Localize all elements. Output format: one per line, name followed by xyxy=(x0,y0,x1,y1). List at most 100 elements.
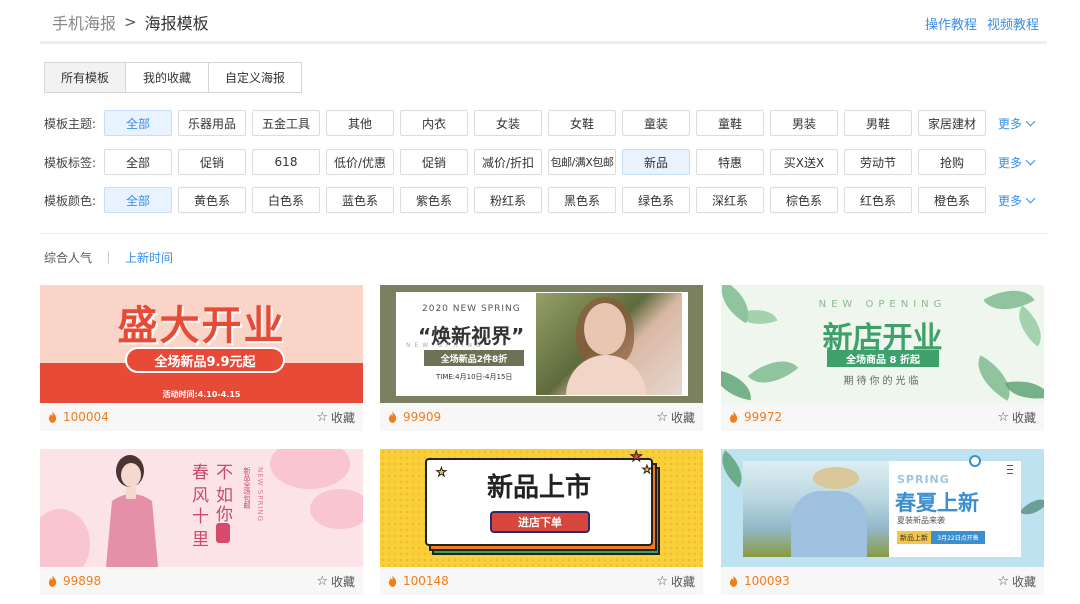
favorite-button[interactable]: ☆ 收藏 xyxy=(997,573,1036,590)
popularity: 99909 xyxy=(388,410,441,424)
poem-column: 不如 xyxy=(212,463,232,509)
sort-popular[interactable]: 综合人气 xyxy=(44,249,92,266)
favorite-button[interactable]: ☆ 收藏 xyxy=(656,409,695,426)
tutorial-link[interactable]: 操作教程 xyxy=(925,14,977,33)
girl-illustration xyxy=(106,455,158,567)
filter-option[interactable]: 男装 xyxy=(770,110,838,136)
favorite-button[interactable]: ☆ 收藏 xyxy=(316,409,355,426)
circle-decoration xyxy=(969,455,981,467)
favorite-button[interactable]: ☆ 收藏 xyxy=(997,409,1036,426)
filter-option[interactable]: 促销 xyxy=(178,149,246,175)
more-label: 更多 xyxy=(998,116,1023,131)
thumbnail-photo xyxy=(536,293,682,395)
template-card: 新品上市 进店下单 ★ ★ ★ 100148 ☆ 收藏 xyxy=(380,449,703,597)
sort-newest[interactable]: 上新时间 xyxy=(125,249,173,266)
filter-option[interactable]: 包邮/满X包邮 xyxy=(548,149,616,175)
filter-option[interactable]: 童鞋 xyxy=(696,110,764,136)
filter-option[interactable]: 全部 xyxy=(104,187,172,213)
filter-option[interactable]: 家居建材 xyxy=(918,110,986,136)
filter-option[interactable]: 劳动节 xyxy=(844,149,912,175)
filter-option[interactable]: 男鞋 xyxy=(844,110,912,136)
filter-option[interactable]: 特惠 xyxy=(696,149,764,175)
template-tabs: 所有模板 我的收藏 自定义海报 xyxy=(44,62,302,93)
popularity-count: 99898 xyxy=(63,574,102,588)
thumbnail-en: NEW OPENING xyxy=(818,299,947,310)
thumbnail-title: 盛大开业 xyxy=(117,303,286,349)
template-thumbnail[interactable]: 盛大开业 全场新品9.9元起 活动时间:4.10-4.15 xyxy=(40,285,363,403)
filter-option[interactable]: 白色系 xyxy=(252,187,320,213)
favorite-label: 收藏 xyxy=(1011,575,1036,589)
filter-option[interactable]: 橙色系 xyxy=(918,187,986,213)
template-thumbnail[interactable]: 新品上市 进店下单 ★ ★ ★ xyxy=(380,449,703,567)
filter-option[interactable]: 绿色系 xyxy=(622,187,690,213)
photo-body xyxy=(566,355,646,395)
filter-option[interactable]: 黄色系 xyxy=(178,187,246,213)
filter-option[interactable]: 抢购 xyxy=(918,149,986,175)
thumbnail-badge: 全场商品 8 折起 xyxy=(827,350,939,367)
popularity: 99972 xyxy=(729,410,782,424)
filter-option[interactable]: 女装 xyxy=(474,110,542,136)
filter-option[interactable]: 深红系 xyxy=(696,187,764,213)
star-decoration-icon: ★ xyxy=(642,463,653,477)
filter-option[interactable]: 童装 xyxy=(622,110,690,136)
template-card: NEW OPENING 新店开业 全场商品 8 折起 期待你的光临 99972 … xyxy=(721,285,1044,433)
popularity-count: 100093 xyxy=(744,574,790,588)
star-icon: ☆ xyxy=(316,410,328,425)
filter-option[interactable]: 紫色系 xyxy=(400,187,468,213)
thumbnail-sub: 夏装新品来袭 xyxy=(897,516,945,525)
breadcrumb-parent[interactable]: 手机海报 xyxy=(52,10,116,34)
star-icon: ☆ xyxy=(656,574,668,589)
filter-option[interactable]: 棕色系 xyxy=(770,187,838,213)
filter-option[interactable]: 乐器用品 xyxy=(178,110,246,136)
template-thumbnail[interactable]: SPRING 春夏上新 夏装新品来袭 新品上新 3月22日点开售 xyxy=(721,449,1044,567)
thumbnail-vertical-text: 新品全场包邮 xyxy=(243,467,251,509)
filter-option[interactable]: 全部 xyxy=(104,149,172,175)
template-thumbnail[interactable]: NEW OPENING 新店开业 全场商品 8 折起 期待你的光临 xyxy=(721,285,1044,403)
filter-option[interactable]: 促销 xyxy=(400,149,468,175)
page-header: 手机海报 > 海报模板 操作教程 视频教程 xyxy=(40,0,1047,44)
filter-option[interactable]: 减价/折扣 xyxy=(474,149,542,175)
favorite-label: 收藏 xyxy=(330,411,355,425)
filter-option[interactable]: 低价/优惠 xyxy=(326,149,394,175)
filter-option[interactable]: 618 xyxy=(252,149,320,175)
filter-option[interactable]: 女鞋 xyxy=(548,110,616,136)
photo-hat xyxy=(813,467,859,489)
filter-option[interactable]: 黑色系 xyxy=(548,187,616,213)
filter-option[interactable]: 红色系 xyxy=(844,187,912,213)
more-tags-button[interactable]: 更多 xyxy=(998,154,1036,171)
filter-option[interactable]: 新品 xyxy=(622,149,690,175)
thumbnail-photo xyxy=(743,461,889,557)
filter-option[interactable]: 其他 xyxy=(326,110,394,136)
template-thumbnail[interactable]: 2020 NEW SPRING “焕新视界” NEW SPRING 全场新品2件… xyxy=(380,285,703,403)
favorite-label: 收藏 xyxy=(670,575,695,589)
more-label: 更多 xyxy=(998,193,1023,208)
filter-row-theme: 模板主题: 全部 乐器用品 五金工具 其他 内衣 女装 女鞋 童装 童鞋 男装 … xyxy=(44,110,1036,136)
blossom-decoration xyxy=(270,449,350,489)
favorite-button[interactable]: ☆ 收藏 xyxy=(656,573,695,590)
favorite-label: 收藏 xyxy=(670,411,695,425)
popularity-count: 100004 xyxy=(63,410,109,424)
favorite-button[interactable]: ☆ 收藏 xyxy=(316,573,355,590)
filter-label: 模板颜色: xyxy=(44,193,97,208)
star-icon: ☆ xyxy=(997,574,1009,589)
filter-option[interactable]: 粉红系 xyxy=(474,187,542,213)
filter-option[interactable]: 五金工具 xyxy=(252,110,320,136)
video-tutorial-link[interactable]: 视频教程 xyxy=(987,14,1039,33)
seal-stamp xyxy=(216,523,230,543)
flame-icon xyxy=(729,575,738,587)
more-themes-button[interactable]: 更多 xyxy=(998,115,1036,132)
filter-option[interactable]: 蓝色系 xyxy=(326,187,394,213)
star-icon: ☆ xyxy=(656,410,668,425)
chevron-down-icon xyxy=(1025,155,1036,165)
filter-option[interactable]: 全部 xyxy=(104,110,172,136)
filter-option[interactable]: 内衣 xyxy=(400,110,468,136)
tab-all-templates[interactable]: 所有模板 xyxy=(44,62,126,93)
filter-option[interactable]: 买X送X xyxy=(770,149,838,175)
more-colors-button[interactable]: 更多 xyxy=(998,192,1036,209)
tab-custom-poster[interactable]: 自定义海报 xyxy=(208,62,302,93)
template-thumbnail[interactable]: 春风 十里 不如 你 新品全场包邮 NEW SPRING xyxy=(40,449,363,567)
filter-label: 模板标签: xyxy=(44,155,97,170)
flame-icon xyxy=(729,411,738,423)
tab-my-favorites[interactable]: 我的收藏 xyxy=(125,62,209,93)
thumbnail-date: 活动时间:4.10-4.15 xyxy=(162,390,241,399)
